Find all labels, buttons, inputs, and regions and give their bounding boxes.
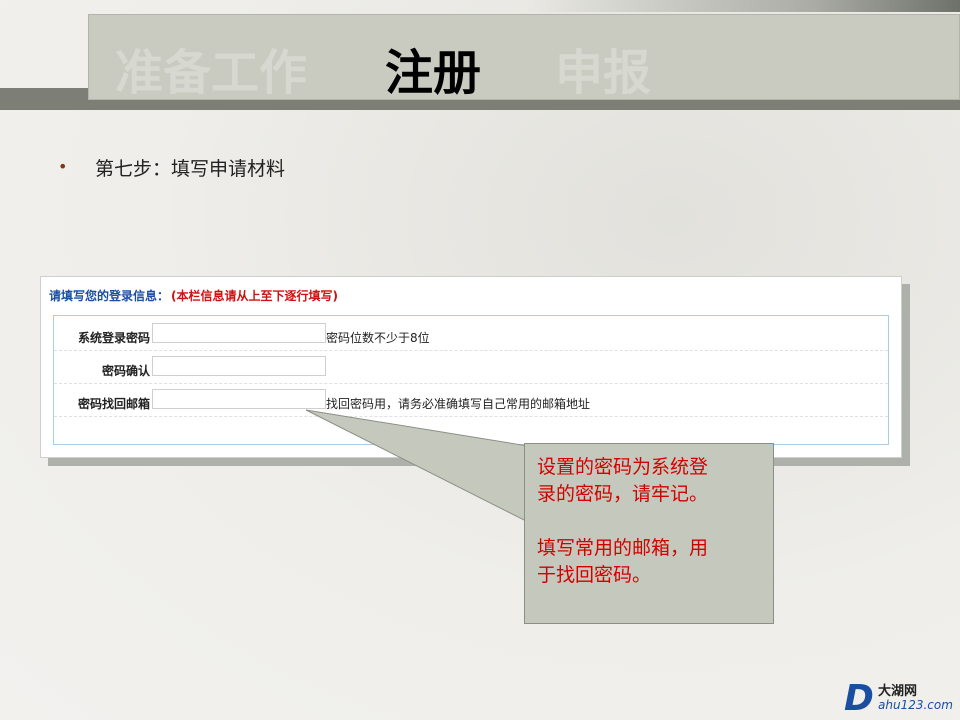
callout-line-2: 录的密码，请牢记。 bbox=[537, 483, 709, 505]
callout-line-1: 设置的密码为系统登 bbox=[537, 456, 709, 478]
site-logo: D 大湖网 ahu123.com bbox=[840, 678, 955, 719]
callout-pointer-shape bbox=[305, 409, 529, 523]
callout-line-3: 填写常用的邮箱，用 bbox=[537, 537, 709, 559]
callout-note: 设置的密码为系统登 录的密码，请牢记。 填写常用的邮箱，用 于找回密码。 bbox=[524, 443, 774, 624]
logo-url: ahu123.com bbox=[878, 698, 953, 712]
callout-pointer bbox=[305, 409, 529, 523]
logo-name: 大湖网 bbox=[878, 684, 918, 699]
logo-letter: D bbox=[844, 678, 874, 719]
callout-line-4: 于找回密码。 bbox=[537, 564, 652, 586]
